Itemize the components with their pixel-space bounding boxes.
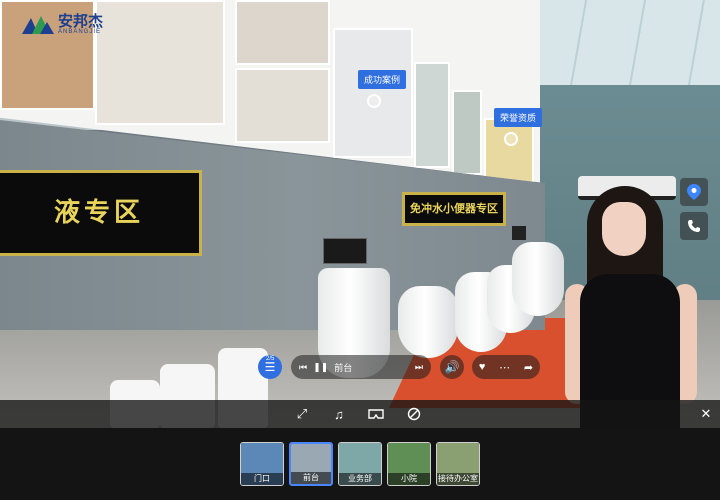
display-photo <box>235 0 330 65</box>
urinal <box>512 242 564 316</box>
zone-sign-right: 免冲水小便器专区 <box>402 192 506 226</box>
hotspot-honors[interactable]: 荣誉资质 <box>494 108 543 127</box>
phone-button[interactable] <box>680 212 708 240</box>
scene-thumb-label: 接待办公室 <box>437 473 479 485</box>
comment-icon[interactable]: ⋯ <box>499 361 510 374</box>
location-pin-icon <box>687 184 701 200</box>
scene-thumb-label: 小院 <box>388 473 430 485</box>
scene-counter-badge: 2/5 <box>266 356 275 362</box>
heart-icon[interactable]: ♥ <box>479 361 486 373</box>
brand-mark-icon <box>22 16 54 34</box>
zone-sign-left: 液专区 <box>0 170 202 256</box>
track-name: 前台 <box>334 362 353 373</box>
display-photo <box>484 118 534 183</box>
volume-icon: 🔊 <box>444 360 460 374</box>
scene-thumb-label: 前台 <box>291 472 331 484</box>
hotspot-success-cases[interactable]: 成功案例 <box>358 70 407 89</box>
close-button[interactable]: ✕ <box>692 400 720 428</box>
info-plaque <box>323 238 367 264</box>
fullscreen-button[interactable]: ⤢ <box>288 400 316 428</box>
scene-thumb-label: 门口 <box>241 473 283 485</box>
scene-thumb-label: 业务部 <box>339 473 381 485</box>
info-plaque-small <box>512 226 526 240</box>
social-actions: ♥ ⋯ ➦ <box>472 355 540 379</box>
panorama-view[interactable]: 液专区 免冲水小便器专区 安邦杰 ANBANGJIE 成功案例 荣誉资质 ☰ 2… <box>0 0 720 428</box>
vr-button[interactable] <box>362 400 390 428</box>
fullscreen-icon: ⤢ <box>296 406 308 421</box>
scene-thumb[interactable]: 门口 <box>240 442 284 486</box>
scene-thumb-active[interactable]: 前台 <box>289 442 333 486</box>
brand-name: 安邦杰 <box>58 12 104 30</box>
audio-player: ⏮ ❚❚ 前台 ⏭ <box>291 355 431 379</box>
brand-logo: 安邦杰 ANBANGJIE <box>22 12 103 36</box>
display-photo <box>452 90 482 175</box>
location-button[interactable] <box>680 178 708 206</box>
view-toolbar: ⤢ ♫ ✕ <box>0 400 720 428</box>
music-button[interactable]: ♫ <box>325 400 353 428</box>
display-photo <box>95 0 225 125</box>
menu-icon: ☰ <box>264 360 276 374</box>
vr-glasses-icon <box>368 409 384 419</box>
phone-icon <box>688 220 700 232</box>
display-photo <box>235 68 330 143</box>
hotspot-marker-icon[interactable] <box>367 94 381 108</box>
scene-thumb[interactable]: 接待办公室 <box>436 442 480 486</box>
display-photo <box>414 62 450 168</box>
scene-thumb[interactable]: 业务部 <box>338 442 382 486</box>
gyroscope-icon <box>407 407 421 421</box>
volume-button[interactable]: 🔊 <box>440 355 464 379</box>
scene-thumb[interactable]: 小院 <box>387 442 431 486</box>
brand-name-en: ANBANGJIE <box>58 29 102 35</box>
music-note-icon: ♫ <box>334 406 344 422</box>
gyroscope-button[interactable] <box>400 400 428 428</box>
hotspot-marker-icon[interactable] <box>504 132 518 146</box>
urinal <box>398 286 458 358</box>
presenter-face <box>602 202 646 256</box>
next-icon[interactable]: ⏭ <box>415 362 423 373</box>
pause-icon[interactable]: ❚❚ <box>313 362 328 373</box>
share-icon[interactable]: ➦ <box>524 361 533 374</box>
scene-thumbnail-bar: 门口 前台 业务部 小院 接待办公室 <box>0 428 720 500</box>
previous-icon[interactable]: ⏮ <box>299 362 307 373</box>
display-photo <box>333 28 413 158</box>
close-icon: ✕ <box>700 406 712 421</box>
